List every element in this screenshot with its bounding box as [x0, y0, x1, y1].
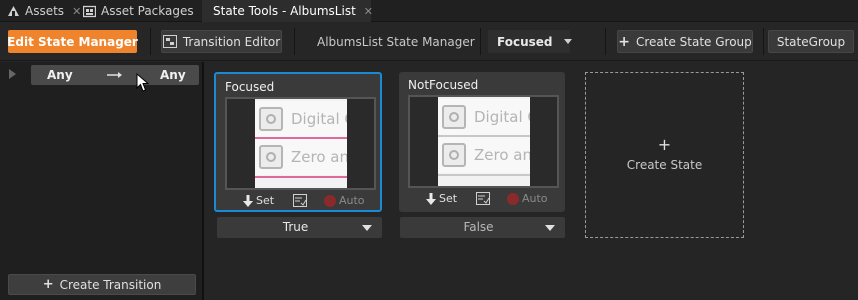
preview-item: Digital C [438, 99, 530, 135]
transition-editor-button[interactable]: Transition Editor [161, 30, 282, 53]
arrow-down-icon [243, 194, 253, 207]
state-preview: Digital C Zero and [225, 97, 376, 190]
record-icon [507, 192, 519, 205]
transition-from: Any [47, 68, 73, 82]
expand-arrow-icon[interactable] [9, 69, 16, 79]
plus-icon: + [657, 135, 672, 154]
state-name: NotFocused [408, 78, 479, 92]
toolbar-divider [150, 28, 151, 55]
state-manager-name: AlbumsList State Manager [317, 34, 475, 49]
chevron-down-icon [362, 225, 372, 231]
tab-label: State Tools - AlbumsList [213, 4, 356, 18]
preview-item-text: Digital C [474, 108, 530, 126]
set-label: Set [439, 192, 458, 205]
close-icon[interactable]: ✕ [364, 5, 373, 18]
transition-row[interactable]: Any Any [0, 64, 204, 86]
preview-item: Digital C [255, 101, 347, 137]
state-card-focused[interactable]: Focused Digital C Zero and Set Auto [214, 72, 382, 212]
edit-properties-icon[interactable] [293, 194, 307, 207]
preview-item: Zero and [255, 139, 347, 175]
auto-toggle[interactable]: Auto [507, 192, 548, 205]
tab-asset-packages[interactable]: Asset Packages ✕ [83, 0, 211, 22]
toolbar-divider [763, 28, 764, 55]
transition-to: Any [160, 68, 186, 82]
chevron-down-icon [545, 225, 555, 231]
preview-list: Digital C Zero and [438, 97, 530, 186]
arrow-right-icon [107, 72, 122, 78]
record-icon [324, 194, 336, 207]
state-preview: Digital C Zero and [408, 95, 559, 188]
tab-assets[interactable]: Assets ✕ [7, 0, 81, 22]
state-value: True [282, 220, 309, 234]
state-select-dropdown[interactable]: Focused [488, 30, 573, 53]
create-transition-button[interactable]: + Create Transition [8, 274, 196, 295]
toolbar-divider [294, 28, 295, 55]
transitions-panel: Any Any + Create Transition [0, 62, 204, 300]
transition-pill[interactable]: Any Any [31, 65, 199, 85]
preview-item-text: Zero and [474, 146, 530, 164]
state-value: False [463, 220, 494, 234]
state-select-value: Focused [497, 34, 553, 49]
state-value-dropdown[interactable]: True [217, 217, 382, 238]
set-button[interactable]: Set [243, 194, 274, 207]
auto-toggle[interactable]: Auto [324, 194, 365, 207]
plus-icon: + [42, 277, 54, 292]
state-actions: Set Auto [216, 194, 380, 210]
plus-icon: + [618, 33, 630, 50]
edit-state-manager-button[interactable]: Edit State Manager [7, 30, 138, 53]
edit-properties-icon[interactable] [476, 192, 490, 205]
asset-packages-icon [83, 5, 96, 17]
close-icon[interactable]: ✕ [72, 5, 81, 18]
tab-state-tools[interactable]: State Tools - AlbumsList ✕ [202, 0, 373, 22]
auto-label: Auto [522, 192, 548, 205]
mouse-cursor-icon [136, 73, 149, 92]
state-name: Focused [225, 80, 275, 94]
preview-item: Zero and [438, 137, 530, 173]
toolbar-divider [480, 28, 481, 55]
set-label: Set [256, 194, 275, 207]
preview-item-text: Digital C [291, 110, 347, 128]
tab-label: Asset Packages [101, 4, 194, 18]
state-group-button[interactable]: StateGroup [768, 30, 854, 53]
focus-line [255, 176, 347, 178]
preview-item-text: Zero and [291, 148, 347, 166]
set-button[interactable]: Set [426, 192, 457, 205]
state-card-notfocused[interactable]: NotFocused Digital C Zero and Set Auto [399, 72, 565, 212]
create-state-button[interactable]: + Create State [585, 72, 744, 238]
create-state-label: Create State [626, 158, 703, 172]
transition-editor-label: Transition Editor [182, 34, 281, 49]
chevron-down-icon [564, 39, 573, 44]
arrow-down-icon [426, 192, 436, 205]
transition-editor-icon [162, 35, 177, 48]
disc-icon [259, 145, 283, 169]
preview-list: Digital C Zero and [255, 99, 347, 188]
disc-icon [442, 143, 466, 167]
disc-icon [442, 105, 466, 129]
state-actions: Set Auto [399, 192, 563, 208]
tab-label: Assets [25, 4, 65, 18]
create-transition-label: Create Transition [59, 277, 162, 292]
toolbar: Edit State Manager Transition Editor Alb… [0, 22, 858, 61]
assets-icon [8, 5, 19, 16]
tab-bar: Assets ✕ Asset Packages ✕ State Tools - … [0, 0, 858, 22]
divider-line [438, 174, 530, 176]
create-state-group-button[interactable]: + Create State Group [617, 30, 753, 53]
create-state-group-label: Create State Group [635, 34, 752, 49]
toolbar-divider [605, 28, 606, 55]
state-value-dropdown[interactable]: False [400, 217, 565, 238]
auto-label: Auto [339, 194, 365, 207]
disc-icon [259, 107, 283, 131]
